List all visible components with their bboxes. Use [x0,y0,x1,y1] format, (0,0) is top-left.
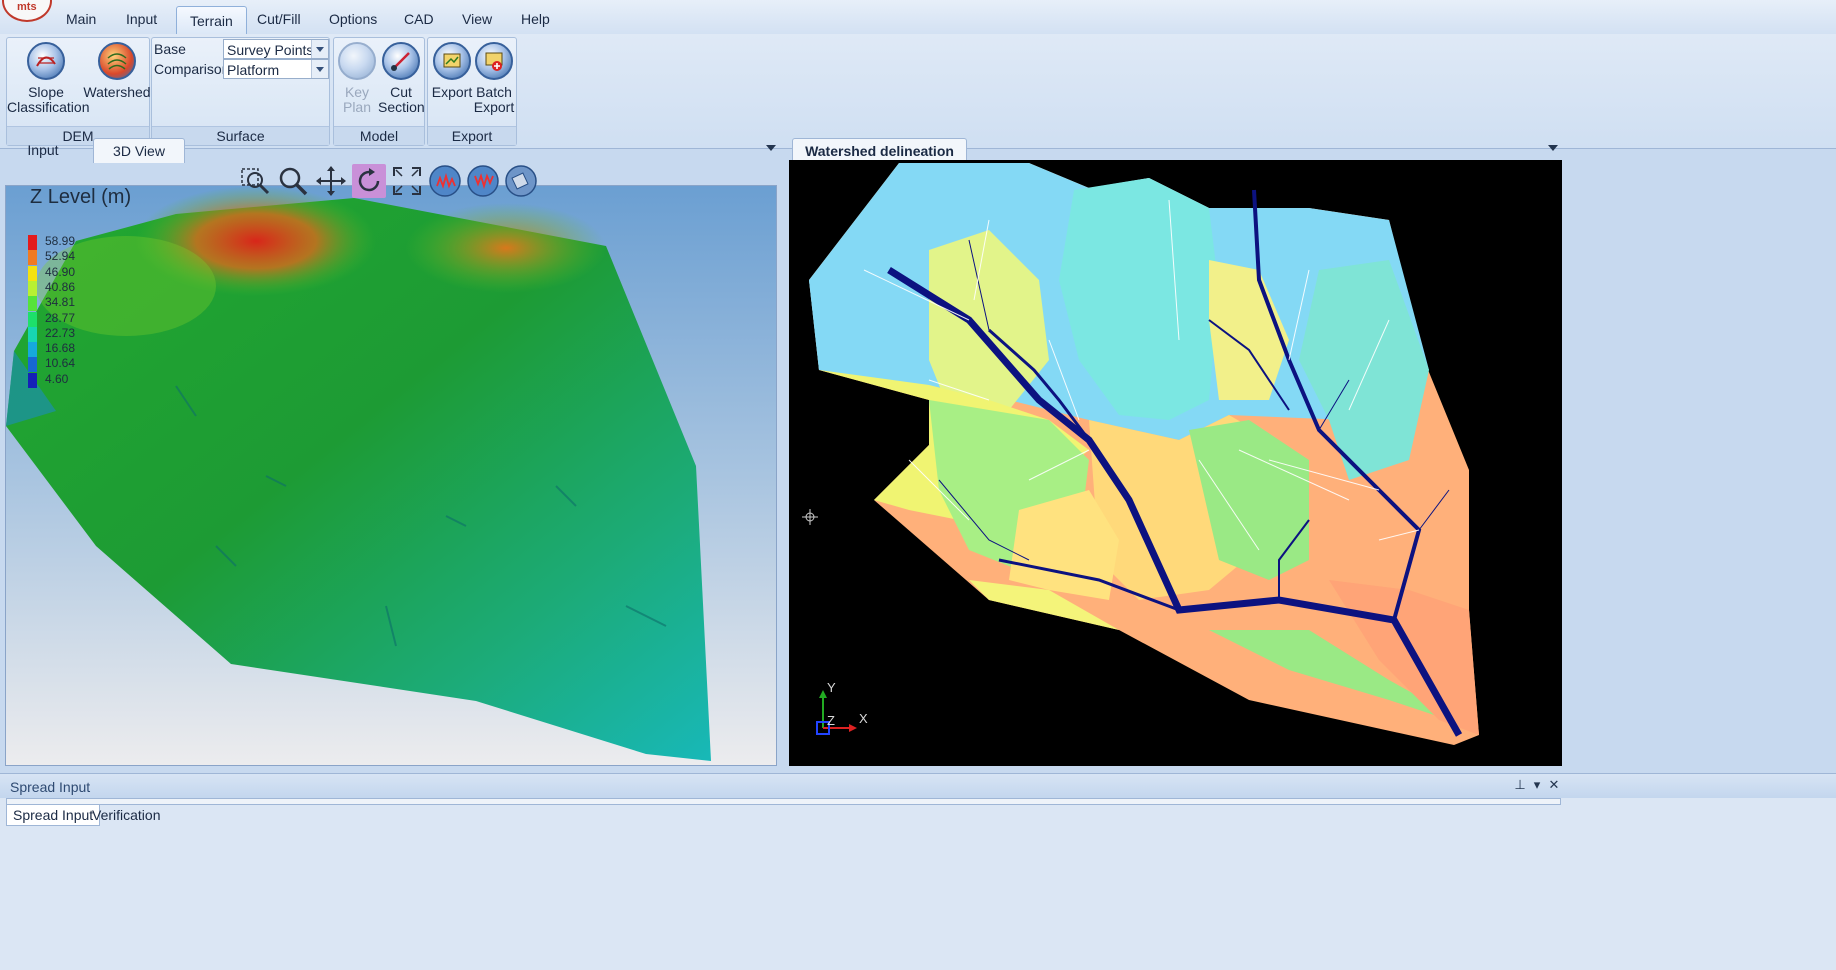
legend-value: 4.60 [45,371,69,386]
chevron-down-icon[interactable] [311,60,328,78]
slope-classification-button[interactable]: Slope Classification [7,42,90,115]
menu-cad[interactable]: CAD [404,11,434,27]
legend-swatch [28,265,37,281]
menu-input[interactable]: Input [126,11,157,27]
pane-menu-icon[interactable] [766,145,776,151]
legend-swatch [28,372,37,388]
menu-options[interactable]: Options [329,11,377,27]
cut-section-button[interactable]: Cut Section [378,42,425,115]
batch-export-icon [475,42,513,80]
chevron-down-icon[interactable]: ▾ [1531,778,1543,792]
menu-bar: mts Main Input Terrain Cut/Fill Options … [0,0,1836,35]
key-plan-icon [338,42,376,80]
zoom-extents-icon[interactable] [390,164,424,198]
legend-swatch [28,296,37,312]
cut-section-icon [382,42,420,80]
pane-menu-icon[interactable] [1548,145,1558,151]
axis-x-label: X [859,711,868,726]
spread-input-scroll[interactable] [6,798,1561,805]
comparison-select[interactable]: Platform [223,59,329,79]
contour-up-icon[interactable] [428,164,462,198]
terrain-3d-viewport[interactable] [5,185,777,766]
batch-export-label: Batch Export [473,84,515,115]
legend-title: Z Level (m) [30,186,132,208]
menu-main[interactable]: Main [66,11,96,27]
spread-input-panel-header: Spread Input ⊥ ▾ ✕ [0,773,1836,798]
axis-z-label: Z [827,713,835,728]
rotate-icon[interactable] [352,164,386,198]
pan-icon[interactable] [314,164,348,198]
legend-value: 22.73 [45,325,76,340]
watershed-button[interactable]: Watershed [83,42,151,100]
app-logo-text: mts [17,1,37,13]
menu-terrain[interactable]: Terrain [176,6,247,34]
legend-swatch [28,342,37,358]
watershed-map [802,163,1479,745]
legend-value: 52.94 [45,249,76,264]
contour-down-icon[interactable] [466,164,500,198]
export-button[interactable]: Export [430,42,474,100]
app-logo[interactable]: mts [2,0,52,22]
base-label: Base [154,41,186,57]
base-select[interactable]: Survey Points 1 [223,39,329,59]
slope-classification-label: Slope Classification [7,84,90,115]
watershed-viewport[interactable]: Y Z X [789,160,1562,766]
crosshair-cursor-icon [802,509,818,525]
comparison-label: Comparison [154,61,230,77]
legend-value: 16.68 [45,341,76,356]
zoom-icon[interactable] [276,164,310,198]
export-label: Export [431,84,473,100]
legend-swatch [28,357,37,373]
key-plan-label: Key Plan [342,84,372,115]
legend-value: 46.90 [45,264,76,279]
slope-classification-icon [27,42,65,80]
tab-verification[interactable]: Verification [86,805,166,826]
right-pane-tabstrip: Watershed delineation [789,129,1562,163]
batch-export-button[interactable]: Batch Export [472,42,516,115]
key-plan-button[interactable]: Key Plan [336,42,378,115]
close-icon[interactable]: ✕ [1548,778,1560,792]
legend-value: 40.86 [45,279,76,294]
left-pane-tabstrip: Input 3D View [0,129,782,163]
chevron-down-icon[interactable] [311,40,328,58]
spread-input-panel [0,798,1836,970]
tab-input[interactable]: Input [5,138,81,163]
legend-value: 10.64 [45,356,76,371]
zoom-window-icon[interactable] [238,164,272,198]
menu-help[interactable]: Help [521,11,550,27]
export-icon [433,42,471,80]
legend-swatch [28,311,37,327]
cut-section-label: Cut Section [378,84,425,115]
watershed-icon [98,42,136,80]
axis-indicator [816,690,857,735]
menu-view[interactable]: View [462,11,492,27]
legend-swatch [28,250,37,266]
legend-value: 58.99 [45,234,76,248]
watershed-label: Watershed [83,84,151,100]
view-settings-icon[interactable] [504,164,538,198]
legend-value: 28.77 [45,310,76,325]
legend-swatch [28,280,37,296]
comparison-select-value: Platform [227,62,280,78]
pin-icon[interactable]: ⊥ [1514,778,1526,792]
spread-input-title: Spread Input [10,779,91,795]
legend-value: 34.81 [45,295,76,310]
terrain-surface-render [6,186,711,761]
legend-swatch [28,235,37,250]
legend-swatch [28,326,37,342]
menu-cut-fill[interactable]: Cut/Fill [257,11,301,27]
tab-3d-view[interactable]: 3D View [93,138,185,163]
axis-y-label: Y [827,680,836,695]
